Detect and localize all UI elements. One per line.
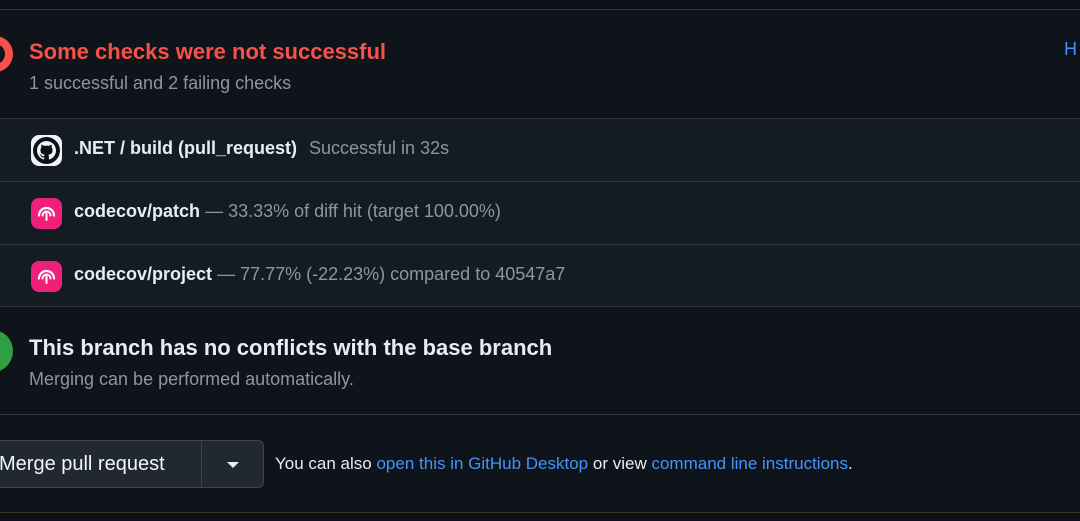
hide-checks-link[interactable]: H <box>1064 39 1077 60</box>
check-row-dotnet-build[interactable]: .NET / build (pull_request) Successful in… <box>0 119 1080 181</box>
merge-alternatives-text: You can also open this in GitHub Desktop… <box>275 454 853 474</box>
check-name: codecov/patch <box>74 201 201 221</box>
check-name: .NET / build (pull_request) <box>74 138 298 158</box>
open-in-github-desktop-link[interactable]: open this in GitHub Desktop <box>376 454 588 473</box>
merge-pull-request-button[interactable]: Merge pull request <box>0 453 165 476</box>
check-text: codecov/project — 77.77% (-22.23%) compa… <box>74 264 565 285</box>
command-line-instructions-link[interactable]: command line instructions <box>651 454 848 473</box>
check-status: Successful in 32s <box>309 138 450 158</box>
conflicts-subtitle: Merging can be performed automatically. <box>29 369 354 389</box>
divider <box>0 414 1080 415</box>
check-status: — 77.77% (-22.23%) compared to 40547a7 <box>217 264 566 284</box>
divider <box>0 306 1080 307</box>
also-middle: or view <box>592 454 647 473</box>
merge-button-group: Merge pull request <box>0 440 264 488</box>
check-row-codecov-project[interactable]: codecov/project — 77.77% (-22.23%) compa… <box>0 245 1080 307</box>
merge-options-dropdown-button[interactable] <box>202 441 263 487</box>
github-icon <box>31 135 62 166</box>
checks-title: Some checks were not successful <box>29 39 387 64</box>
check-name: codecov/project <box>74 264 213 284</box>
checks-summary: 1 successful and 2 failing checks <box>29 73 292 93</box>
codecov-icon <box>31 261 62 292</box>
check-row-codecov-patch[interactable]: codecov/patch — 33.33% of diff hit (targ… <box>0 182 1080 244</box>
conflicts-title: This branch has no conflicts with the ba… <box>29 335 553 360</box>
codecov-icon <box>31 198 62 229</box>
check-text: .NET / build (pull_request) Successful in… <box>74 138 449 159</box>
triangle-down-icon <box>227 462 239 468</box>
also-suffix: . <box>848 454 853 473</box>
frame-bottom-border <box>0 512 1080 513</box>
check-status: — 33.33% of diff hit (target 100.00%) <box>205 201 501 221</box>
check-text: codecov/patch — 33.33% of diff hit (targ… <box>74 201 501 222</box>
also-prefix: You can also <box>275 454 372 473</box>
